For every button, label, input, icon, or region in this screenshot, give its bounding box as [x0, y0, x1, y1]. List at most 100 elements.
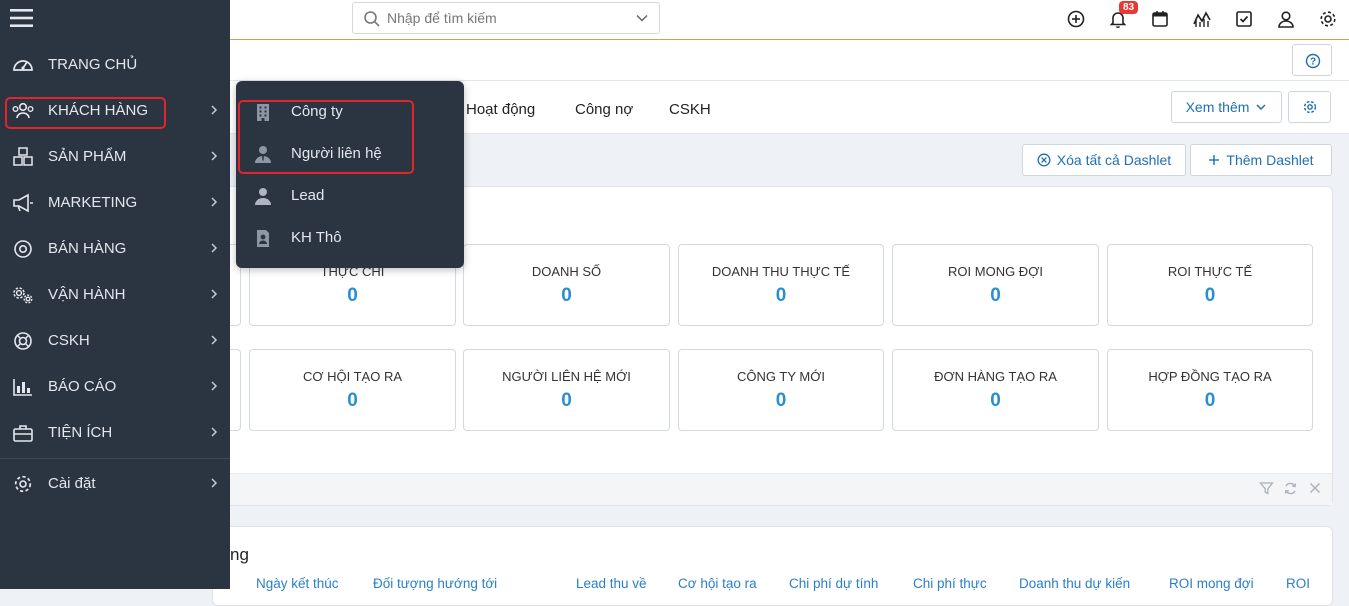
kpi-card: HỢP ĐỒNG TẠO RA 0	[1107, 349, 1313, 431]
kpi-card: NGƯỜI LIÊN HỆ MỚI 0	[463, 349, 670, 431]
clear-all-dashlets-label: Xóa tất cả Dashlet	[1056, 152, 1172, 168]
kpi-value: 0	[561, 390, 572, 411]
sidebar-item-label: SẢN PHẨM	[48, 148, 127, 165]
kpi-value: 0	[990, 390, 1001, 411]
target-icon	[14, 240, 32, 258]
more-dropdown-button[interactable]: Xem thêm	[1171, 91, 1282, 123]
tab-cskh[interactable]: CSKH	[669, 101, 711, 118]
add-dashlet-button[interactable]: Thêm Dashlet	[1190, 144, 1332, 176]
sidebar-divider	[0, 458, 230, 459]
submenu-item-label: KH Thô	[291, 229, 342, 246]
submenu-item-label: Lead	[291, 187, 325, 204]
plus-icon	[1209, 155, 1220, 165]
task-check-icon[interactable]	[1233, 8, 1255, 30]
dashlet-footer	[230, 473, 1332, 505]
more-label: Xem thêm	[1185, 99, 1250, 115]
gear-icon[interactable]	[1317, 8, 1339, 30]
campaign-dashlet-panel	[212, 526, 1333, 606]
kpi-label: CÔNG TY MỚI	[737, 369, 825, 384]
sidebar-item-marketing[interactable]: MARKETING	[0, 180, 230, 226]
chevron-down-icon[interactable]	[635, 11, 649, 25]
sidebar-item-van-hanh[interactable]: VẬN HÀNH	[0, 272, 230, 318]
kpi-label: HỢP ĐỒNG TẠO RA	[1148, 369, 1272, 384]
chevron-down-icon	[1256, 104, 1266, 111]
calendar-icon[interactable]	[1149, 8, 1171, 30]
sidebar-item-label: VẬN HÀNH	[48, 286, 126, 303]
kpi-value: 0	[1204, 285, 1216, 306]
gear-icon	[14, 475, 32, 493]
sidebar-item-san-pham[interactable]: SẢN PHẨM	[0, 134, 230, 180]
kpi-card: ROI MONG ĐỢI 0	[892, 244, 1099, 326]
chart-icon[interactable]	[1191, 8, 1213, 30]
sidebar-item-cskh[interactable]: CSKH	[0, 318, 230, 364]
close-circle-icon	[1037, 153, 1051, 167]
dashboard-gauge-icon	[13, 60, 33, 71]
user-icon[interactable]	[1275, 8, 1297, 30]
hamburger-menu-icon[interactable]	[10, 8, 33, 28]
boxes-icon	[13, 147, 33, 166]
search-icon	[364, 11, 380, 27]
search-input[interactable]	[387, 8, 617, 28]
sidebar-item-label: TIỆN ÍCH	[48, 424, 113, 441]
tab-settings-button[interactable]	[1288, 91, 1331, 123]
chevron-right-icon	[211, 197, 218, 207]
sidebar-item-label: BÁO CÁO	[48, 378, 117, 395]
submenu-item-lead[interactable]: Lead	[236, 176, 464, 216]
kpi-card: ROI THỰC TẾ 0	[1107, 244, 1313, 326]
submenu-item-kh-tho[interactable]: KH Thô	[236, 218, 464, 258]
kpi-value: 0	[775, 285, 787, 306]
notification-badge: 83	[1119, 1, 1139, 14]
kpi-card: DOANH THU THỰC TẾ 0	[678, 244, 884, 326]
search-box[interactable]	[352, 2, 660, 34]
sidebar: TRANG CHỦ KHÁCH HÀNG SẢN PHẨM MARKETING …	[0, 0, 230, 589]
sidebar-item-ban-hang[interactable]: BÁN HÀNG	[0, 226, 230, 272]
kpi-label: CƠ HỘI TẠO RA	[302, 369, 403, 384]
kpi-value: 0	[990, 285, 1001, 306]
sidebar-item-cai-dat[interactable]: Cài đặt	[0, 461, 230, 507]
kpi-value: 0	[347, 390, 358, 411]
help-button[interactable]: ?	[1292, 44, 1332, 76]
dashlet-title: ng	[230, 545, 249, 564]
cogs-icon	[13, 287, 33, 304]
filter-icon[interactable]	[1259, 481, 1274, 496]
chevron-right-icon	[211, 105, 218, 115]
sidebar-item-tien-ich[interactable]: TIỆN ÍCH	[0, 410, 230, 456]
contact-card-icon	[257, 230, 269, 247]
sidebar-item-label: Cài đặt	[48, 475, 96, 492]
sidebar-item-trang-chu[interactable]: TRANG CHỦ	[0, 42, 230, 88]
kpi-card: ĐƠN HÀNG TẠO RA 0	[892, 349, 1099, 431]
kpi-value: 0	[561, 285, 572, 306]
help-icon: ?	[1305, 53, 1321, 69]
close-icon[interactable]	[1308, 481, 1322, 495]
add-dashlet-label: Thêm Dashlet	[1226, 152, 1314, 168]
chevron-right-icon	[211, 381, 218, 391]
kpi-label: ROI MONG ĐỢI	[948, 264, 1043, 279]
kpi-card: DOANH SỐ 0	[463, 244, 670, 326]
chevron-right-icon	[211, 243, 218, 253]
bar-chart-icon	[13, 379, 32, 396]
tab-hoat-dong[interactable]: Hoạt động	[466, 101, 535, 118]
sidebar-item-label: TRANG CHỦ	[48, 56, 138, 73]
sidebar-item-label: MARKETING	[48, 194, 138, 211]
sub-header	[230, 40, 1349, 81]
chevron-right-icon	[211, 289, 218, 299]
kpi-label: ĐƠN HÀNG TẠO RA	[934, 369, 1057, 384]
kpi-label: ROI THỰC TẾ	[1167, 264, 1253, 279]
gear-icon	[1303, 100, 1316, 114]
add-circle-icon[interactable]	[1065, 8, 1087, 30]
clear-all-dashlets-button[interactable]: Xóa tất cả Dashlet	[1022, 144, 1186, 176]
sidebar-item-label: BÁN HÀNG	[48, 240, 127, 257]
chevron-right-icon	[211, 478, 218, 488]
sidebar-item-bao-cao[interactable]: BÁO CÁO	[0, 364, 230, 410]
svg-text:?: ?	[1310, 57, 1316, 68]
highlight-submenu-items	[238, 100, 414, 174]
kpi-card: CÔNG TY MỚI 0	[678, 349, 884, 431]
chevron-right-icon	[211, 335, 218, 345]
briefcase-icon	[13, 425, 33, 442]
kpi-label: DOANH SỐ	[531, 264, 602, 279]
refresh-icon[interactable]	[1283, 481, 1298, 496]
lead-person-icon	[255, 188, 271, 205]
kpi-card: CƠ HỘI TẠO RA 0	[249, 349, 456, 431]
highlight-khach-hang	[5, 97, 166, 129]
tab-cong-no[interactable]: Công nợ	[575, 101, 633, 118]
